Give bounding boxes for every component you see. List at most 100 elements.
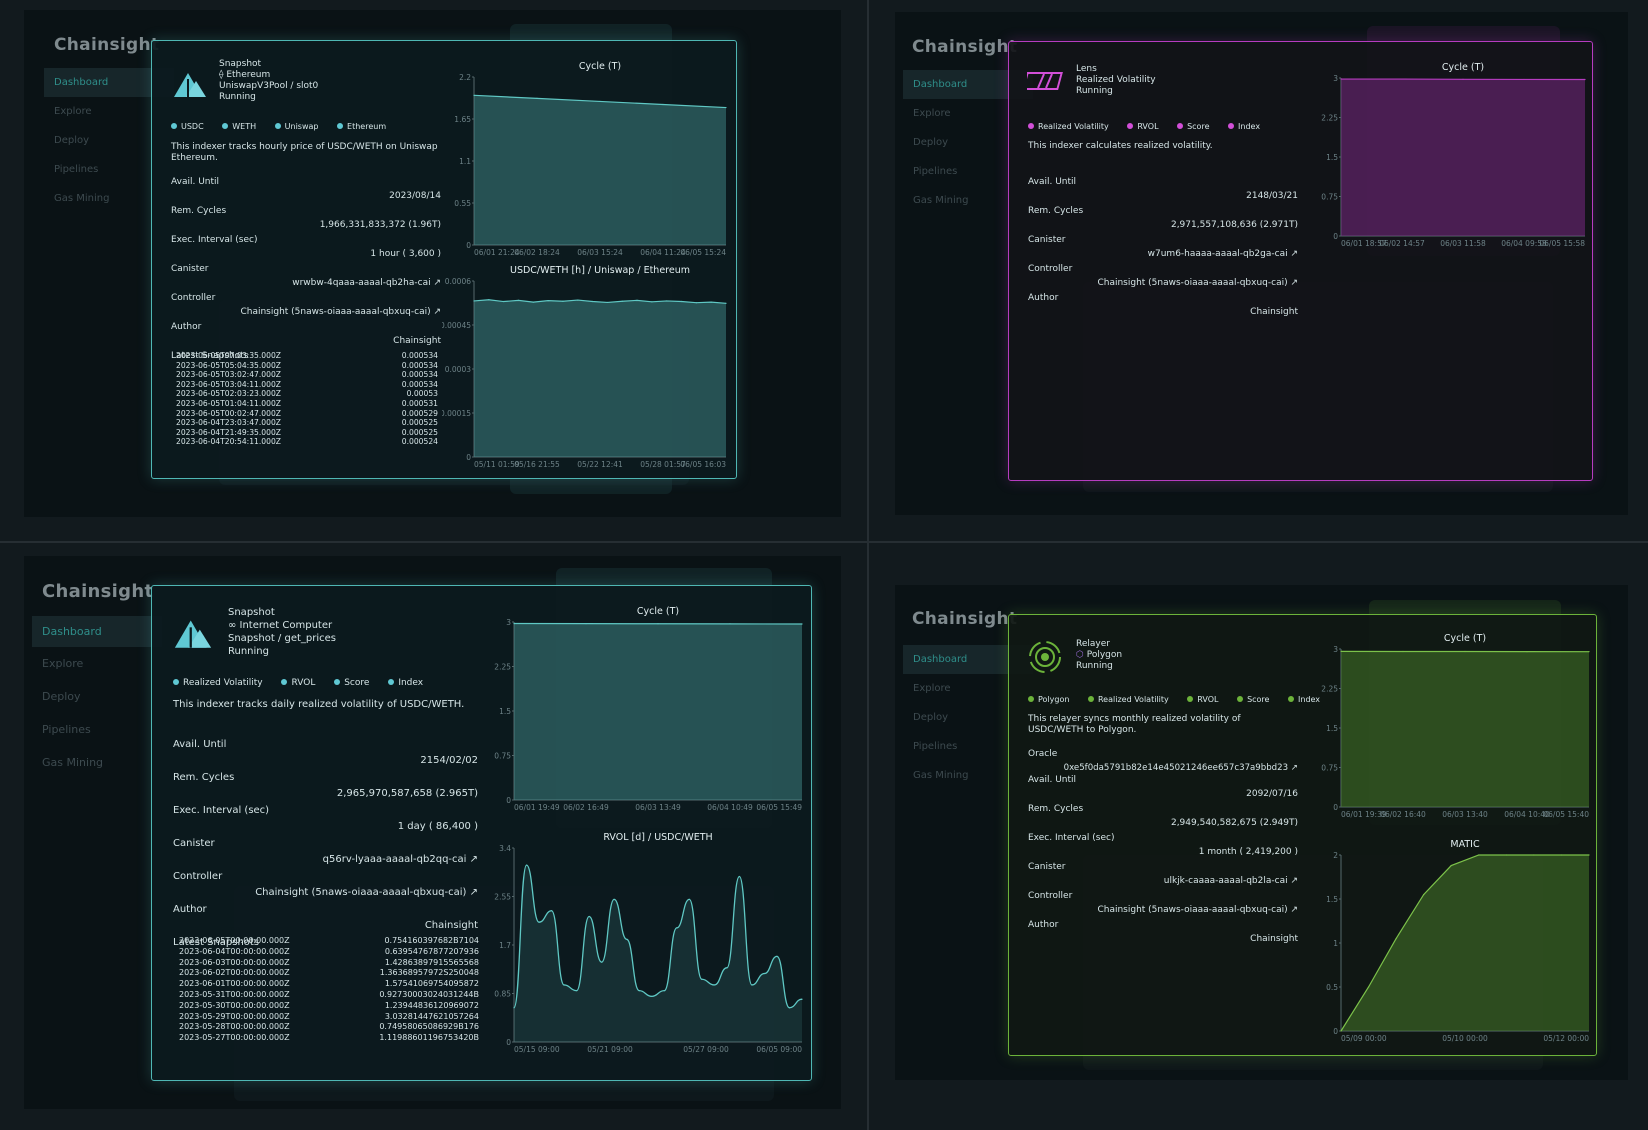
nav-deploy[interactable]: Deploy [32,680,162,713]
canister-link[interactable]: wrwbw-4qaaa-aaaal-qb2ha-cai ↗ [171,278,441,289]
exec-label: Exec. Interval (sec) [1028,833,1115,843]
data-point [676,927,678,929]
snapshot-row: 2023-06-05T03:02:47.000Z 0.000534 [176,370,438,380]
snapshot-row: 2023-06-05T00:00:00.000Z 0.754160397682B7… [179,936,479,947]
data-point [532,301,534,303]
controller-link[interactable]: Chainsight (5naws-oiaaa-aaaal-qbxuq-cai)… [171,307,441,318]
x-tick-label: 06/01 19:49 [514,803,560,812]
snapshot-row: 2023-06-04T20:54:11.000Z 0.000524 [176,437,438,447]
tag[interactable]: USDC [171,122,212,132]
controller-link[interactable]: Chainsight (5naws-oiaaa-aaaal-qbxuq-cai)… [1028,905,1298,916]
description: This indexer tracks hourly price of USDC… [171,142,438,163]
chart-title: Cycle (T) [579,61,621,72]
controller-link[interactable]: Chainsight (5naws-oiaaa-aaaal-qbxuq-cai)… [173,887,478,899]
tag[interactable]: RVOL [281,678,323,689]
chain-label: ⬡ Polygon [1076,650,1123,660]
x-tick-label: 06/03 13:40 [1442,810,1488,819]
x-tick-label: 06/05 15:58 [1539,239,1585,248]
indexer-kind: Lens [1076,64,1097,74]
data-point [801,998,803,1000]
tag[interactable]: Score [1177,122,1217,132]
tag[interactable]: Realized Volatility [173,678,271,689]
nav-explore[interactable]: Explore [32,647,162,680]
snapshot-time: 2023-05-29T00:00:00.000Z [179,1011,290,1021]
controller-link[interactable]: Chainsight (5naws-oiaaa-aaaal-qbxuq-cai)… [1028,278,1298,289]
data-point [1505,854,1507,856]
data-point [591,300,594,303]
canister-label: Canister [1028,862,1066,872]
y-tick-label: 0.0003 [445,365,471,374]
tag[interactable]: Score [1237,695,1277,705]
series-area [1341,651,1589,807]
exec-label: Exec. Interval (sec) [173,805,270,816]
canister-link[interactable]: ulkjk-caaaa-aaaal-qb2la-cai ↗ [1028,876,1298,887]
tag[interactable]: Score [334,678,377,689]
data-point [1588,854,1590,856]
snapshot-row: 2023-06-02T00:00:00.000Z 1.36368957972S25… [179,968,479,979]
data-point [776,955,778,958]
description: This indexer calculates realized volatil… [1028,141,1213,151]
nav-gas-mining[interactable]: Gas Mining [32,746,162,779]
data-point [538,921,540,923]
tag[interactable]: Uniswap [274,122,327,132]
controller-label: Controller [1028,891,1073,901]
exec-value: 1 hour ( 3,600 ) [370,249,441,259]
snapshot-value: 0.000531 [401,398,438,408]
data-point [517,299,520,301]
y-tick-label: 0.5 [1326,983,1338,992]
canister-link[interactable]: q56rv-lyaaa-aaaal-qb2qq-cai ↗ [173,854,478,866]
canister-link[interactable]: w7um6-haaaa-aaaal-qb2ga-cai ↗ [1028,249,1298,260]
data-point [688,898,690,900]
snapshot-value: 0.000524 [401,437,438,447]
snapshot-icon [174,73,206,97]
snapshot-value: 1.42863897915565568 [384,957,479,967]
polygon-icon: ⬡ [1076,650,1087,660]
tag[interactable]: RVOL [1187,695,1226,705]
y-tick-label: 0.00045 [442,321,471,330]
series-area [474,299,726,457]
snapshot-time: 2023-06-04T21:49:35.000Z [176,427,281,437]
data-point [729,623,731,625]
data-point [695,302,697,304]
tag[interactable]: RVOL [1127,122,1166,132]
x-tick-label: 05/11 01:59 [474,460,520,469]
snapshot-time: 2023-06-01T00:00:00.000Z [179,979,290,989]
lens-icon [1027,72,1063,90]
data-point [1560,854,1563,856]
snapshot-value: 0.000534 [401,360,438,370]
data-point [738,875,740,878]
x-tick-label: 05/21 09:00 [587,1045,633,1054]
detail-modal-rvol-snapshot: Snapshot ∞ Internet Computer Snapshot / … [151,585,812,1081]
detail-modal-realized-volatility-lens: Lens Realized Volatility Running Realize… [1008,41,1593,481]
snapshot-value: 3.03281447621057264 [384,1011,479,1021]
oracle-link[interactable]: 0xe5f0da5791b82e14e45021246ee657c37a9bbd… [1028,763,1298,774]
tag[interactable]: Realized Volatility [1087,695,1177,705]
y-tick-label: 3 [1333,645,1338,654]
tag[interactable]: Polygon [1028,695,1077,705]
data-point [547,300,549,302]
y-tick-label: 1.7 [499,941,511,950]
x-tick-label: 06/05 15:40 [1543,810,1589,819]
status-label: Running [219,92,256,102]
tag[interactable]: Index [388,678,431,689]
brand-logo: Chainsight [54,35,160,55]
indexer-kind: Relayer [1076,639,1110,649]
y-tick-label: 0.75 [1321,764,1338,773]
data-point [588,915,590,918]
y-tick-label: 0 [506,796,511,805]
source-label: Snapshot / get_prices [228,633,336,644]
nav-dashboard[interactable]: Dashboard [32,616,162,647]
tag[interactable]: Realized Volatility [1028,122,1117,132]
vertical-divider [867,0,869,1130]
snapshot-value: 1.11988601196753420B [379,1033,479,1043]
data-point [536,97,538,99]
author-value: Chainsight [424,920,478,931]
tag[interactable]: WETH [222,122,264,132]
snapshot-value: 0.74958065086929B176 [379,1022,479,1032]
nav-pipelines[interactable]: Pipelines [32,713,162,746]
tag[interactable]: Ethereum [337,122,394,132]
tag[interactable]: Index [1228,122,1268,132]
x-tick-label: 06/02 16:40 [1380,810,1426,819]
y-tick-label: 2.2 [459,73,471,82]
exec-label: Exec. Interval (sec) [171,235,258,245]
